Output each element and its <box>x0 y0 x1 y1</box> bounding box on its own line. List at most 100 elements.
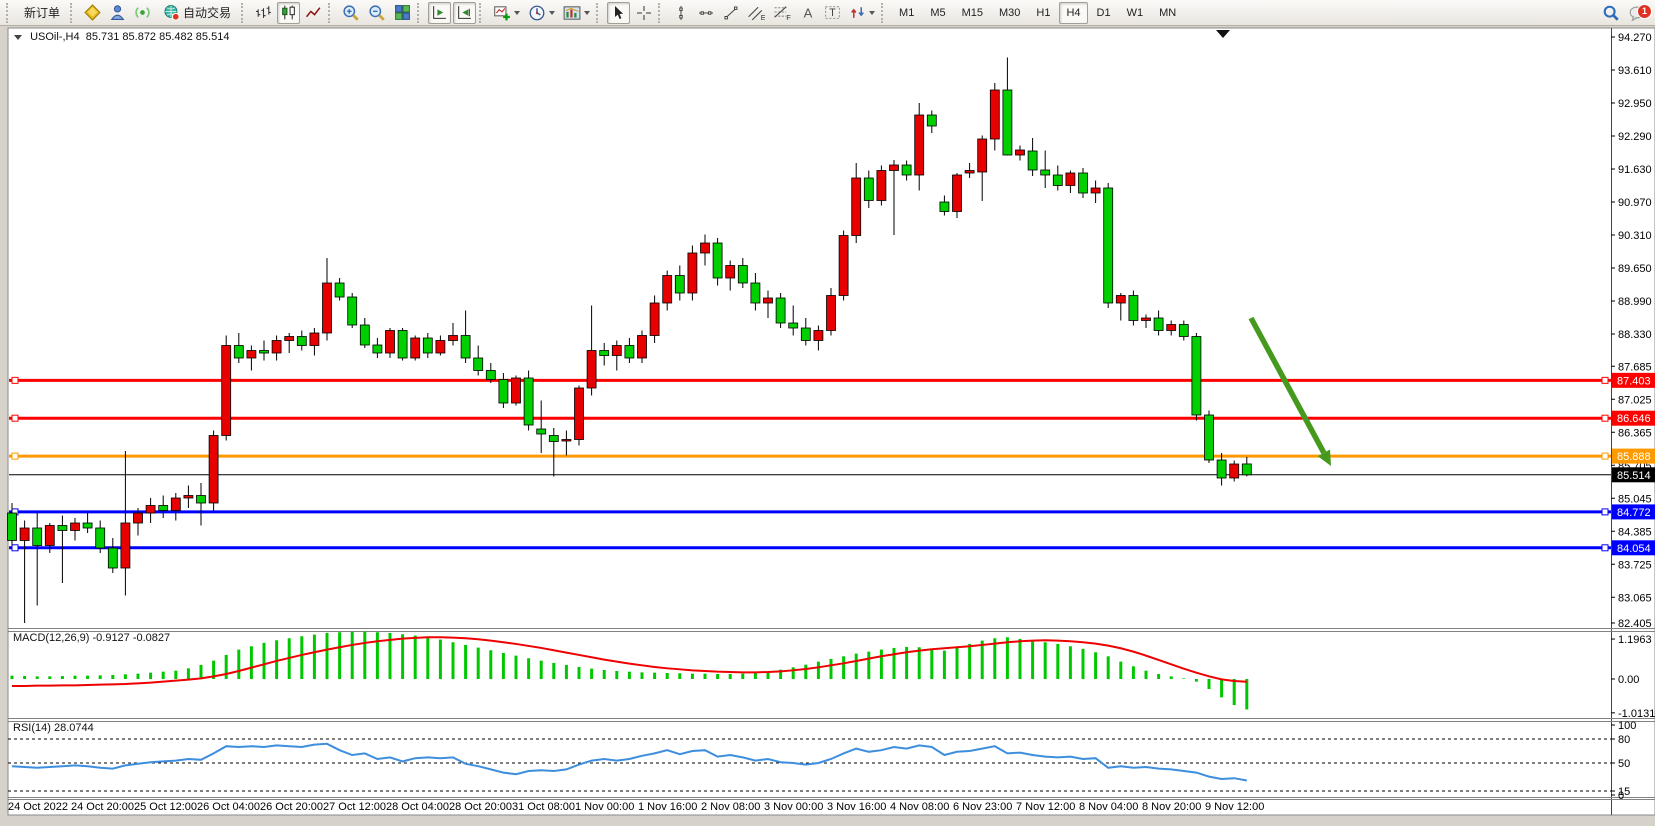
toolbar-grip[interactable] <box>479 3 485 23</box>
rsi-indicator-label: RSI(14) 28.0744 <box>13 722 94 734</box>
svg-text:85.514: 85.514 <box>1617 470 1651 482</box>
chart-ohlc-values: 85.731 85.872 85.482 85.514 <box>86 31 230 43</box>
signals-button[interactable] <box>131 2 154 24</box>
auto-trading-button[interactable]: 自动交易 <box>156 2 238 24</box>
svg-text:1 Nov 16:00: 1 Nov 16:00 <box>638 801 697 813</box>
svg-text:84.054: 84.054 <box>1617 543 1651 555</box>
arrows-dropdown-caret[interactable] <box>869 11 875 15</box>
text-button[interactable]: A <box>796 2 819 24</box>
periods-button[interactable] <box>525 2 558 24</box>
candlestick-chart-button[interactable] <box>277 2 300 24</box>
equidistant-channel-button[interactable]: E <box>744 2 768 24</box>
horizontal-line-button[interactable] <box>694 2 717 24</box>
line-anchor[interactable] <box>12 415 18 421</box>
timeframe-m15[interactable]: M15 <box>955 2 990 24</box>
chart-shift-icon <box>456 4 473 21</box>
chart-shift-button[interactable] <box>453 2 476 24</box>
svg-text:88.990: 88.990 <box>1618 296 1652 308</box>
svg-text:87.025: 87.025 <box>1618 394 1652 406</box>
timeframe-w1[interactable]: W1 <box>1120 2 1151 24</box>
svg-text:1 Nov 00:00: 1 Nov 00:00 <box>575 801 634 813</box>
zoom-out-icon <box>368 4 386 22</box>
timeframe-mn[interactable]: MN <box>1152 2 1183 24</box>
line-anchor[interactable] <box>1602 545 1608 551</box>
fibonacci-button[interactable]: F <box>770 2 794 24</box>
zoom-in-icon <box>342 4 360 22</box>
vertical-line-button[interactable] <box>669 2 692 24</box>
toolbar-grip[interactable] <box>417 3 423 23</box>
templates-dropdown-caret[interactable] <box>584 11 590 15</box>
svg-text:T: T <box>829 7 836 19</box>
arrows-icon <box>849 4 866 21</box>
crosshair-button[interactable] <box>632 2 655 24</box>
toolbar-grip[interactable] <box>881 3 887 23</box>
notifications-button[interactable]: 1 <box>1625 2 1650 24</box>
line-anchor[interactable] <box>12 377 18 383</box>
accounts-button[interactable] <box>106 2 129 24</box>
toolbar-grip[interactable] <box>658 3 664 23</box>
templates-button[interactable] <box>560 2 593 24</box>
bar-chart-button[interactable] <box>252 2 275 24</box>
svg-text:0.00: 0.00 <box>1618 674 1639 686</box>
line-chart-button[interactable] <box>302 2 325 24</box>
svg-text:50: 50 <box>1618 758 1630 770</box>
auto-trading-icon <box>163 4 180 21</box>
timeframe-m1[interactable]: M1 <box>892 2 921 24</box>
line-anchor[interactable] <box>12 545 18 551</box>
periods-icon <box>528 4 546 22</box>
zoom-in-button[interactable] <box>339 2 363 24</box>
toolbar-grip[interactable] <box>328 3 334 23</box>
svg-text:3 Nov 00:00: 3 Nov 00:00 <box>764 801 823 813</box>
tile-windows-icon <box>394 4 411 21</box>
svg-text:2 Nov 08:00: 2 Nov 08:00 <box>701 801 760 813</box>
svg-text:86.365: 86.365 <box>1618 427 1652 439</box>
text-label-button[interactable]: T <box>821 2 844 24</box>
timeframe-d1[interactable]: D1 <box>1090 2 1118 24</box>
indicators-dropdown-caret[interactable] <box>514 11 520 15</box>
timeframe-h1[interactable]: H1 <box>1029 2 1057 24</box>
line-anchor[interactable] <box>1602 377 1608 383</box>
cursor-button[interactable] <box>607 2 630 24</box>
timeframe-h4[interactable]: H4 <box>1059 2 1087 24</box>
macd-indicator-label: MACD(12,26,9) -0.9127 -0.0827 <box>13 632 170 644</box>
arrows-button[interactable] <box>846 2 878 24</box>
line-anchor[interactable] <box>1602 415 1608 421</box>
line-anchor[interactable] <box>1602 509 1608 515</box>
periods-dropdown-caret[interactable] <box>549 11 555 15</box>
chart-collapse-icon[interactable] <box>14 35 22 40</box>
svg-text:3 Nov 16:00: 3 Nov 16:00 <box>827 801 886 813</box>
svg-text:0: 0 <box>1618 790 1624 802</box>
chart-canvas[interactable]: 94.27093.61092.95092.29091.63090.97090.3… <box>0 0 1655 826</box>
svg-text:83.725: 83.725 <box>1618 559 1652 571</box>
svg-text:85.888: 85.888 <box>1617 451 1651 463</box>
search-button[interactable] <box>1599 2 1623 24</box>
macd-name: MACD(12,26,9) <box>13 632 89 644</box>
new-order-button[interactable]: 新订单 <box>17 2 67 24</box>
toolbar-grip[interactable] <box>241 3 247 23</box>
market-watch-button[interactable] <box>81 2 104 24</box>
svg-text:100: 100 <box>1618 720 1636 732</box>
zoom-out-button[interactable] <box>365 2 389 24</box>
timeframe-m5[interactable]: M5 <box>923 2 952 24</box>
svg-text:24 Oct 20:00: 24 Oct 20:00 <box>71 801 134 813</box>
horizontal-line-icon <box>698 5 714 21</box>
line-anchor[interactable] <box>12 453 18 459</box>
svg-text:F: F <box>786 13 791 21</box>
chart-title: USOil-,H4 85.731 85.872 85.482 85.514 <box>14 31 229 43</box>
svg-text:90.970: 90.970 <box>1618 197 1652 209</box>
toolbar-grip[interactable] <box>596 3 602 23</box>
svg-text:82.405: 82.405 <box>1618 618 1652 630</box>
trend-line-button[interactable] <box>719 2 742 24</box>
indicators-button[interactable] <box>490 2 523 24</box>
toolbar-grip[interactable] <box>6 3 12 23</box>
line-anchor[interactable] <box>1602 453 1608 459</box>
bar-chart-icon <box>255 4 272 21</box>
timeframe-m30[interactable]: M30 <box>992 2 1027 24</box>
chart-symbol-period: USOil-,H4 <box>30 31 80 43</box>
svg-text:-1.0131: -1.0131 <box>1618 708 1655 720</box>
auto-scroll-button[interactable] <box>428 2 451 24</box>
tile-windows-button[interactable] <box>391 2 414 24</box>
line-chart-icon <box>305 4 322 21</box>
toolbar-grip[interactable] <box>70 3 76 23</box>
equidistant-channel-icon: E <box>747 4 765 21</box>
